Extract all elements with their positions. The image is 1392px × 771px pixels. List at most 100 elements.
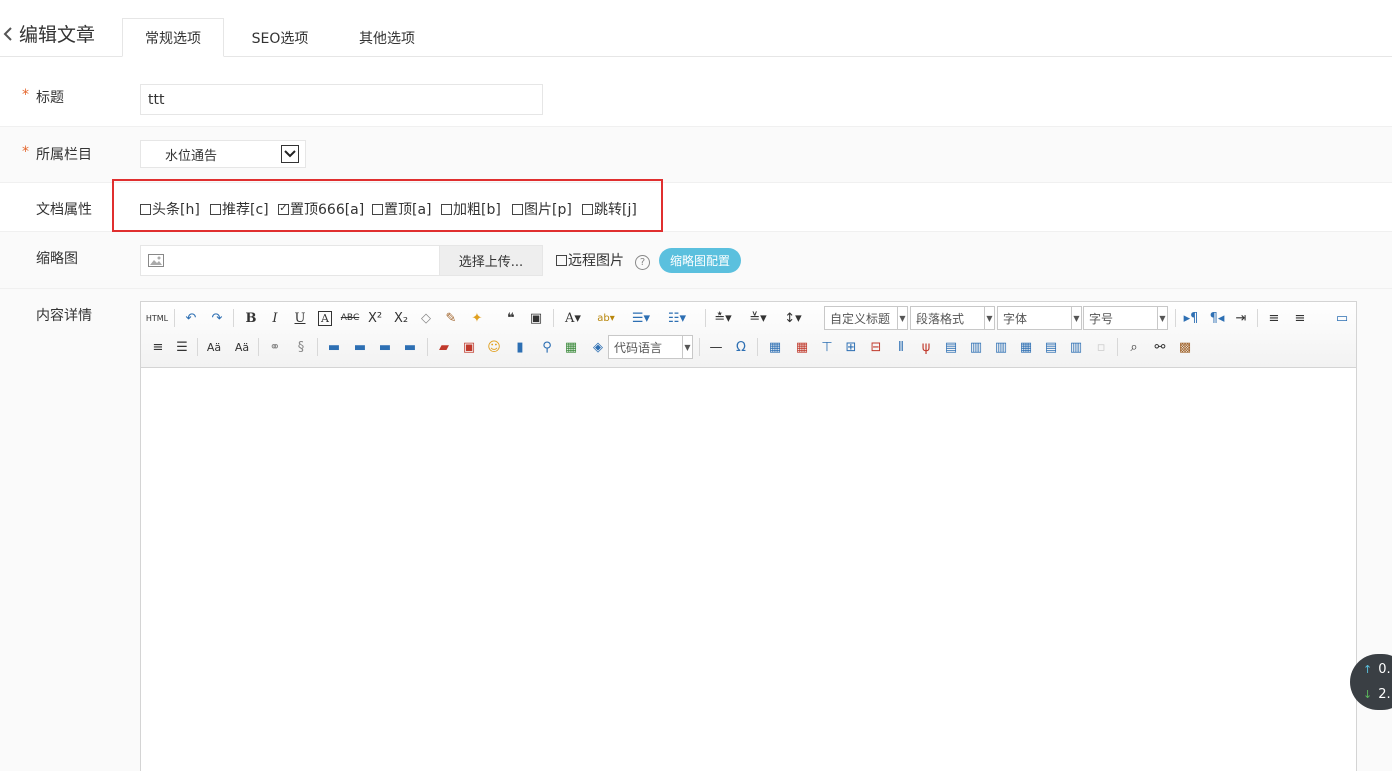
format-brush-icon[interactable]: ✎ (441, 308, 461, 328)
align-justify-icon[interactable]: ☰ (172, 337, 192, 357)
simple-upload-icon[interactable]: ▰ (434, 337, 454, 357)
merge-down-icon[interactable]: ▥ (991, 337, 1011, 357)
unlink-icon[interactable]: § (291, 337, 311, 357)
attr-checkbox-top[interactable]: 置顶[a] (372, 199, 432, 219)
dropdown-arrow-icon: ▼ (984, 307, 994, 329)
align-right-icon[interactable]: ≡ (148, 337, 168, 357)
link-icon[interactable]: ⚭ (265, 337, 285, 357)
paste-plain-icon[interactable]: ▣ (526, 308, 546, 328)
rich-text-editor[interactable]: HTML ↶ ↷ B I U A ABC X² X₂ ◇ ✎ ✦ ❝ ▣ A▾ … (140, 301, 1357, 771)
code-language-select[interactable]: 代码语言 ▼ (608, 335, 693, 359)
back-button[interactable]: 编辑文章 (3, 20, 95, 47)
font-family-select[interactable]: 字体 ▼ (997, 306, 1082, 330)
insert-row-icon[interactable]: ⊞ (841, 337, 861, 357)
attr-checkbox-jump[interactable]: 跳转[j] (582, 199, 637, 219)
help-icon[interactable]: ? (635, 255, 650, 270)
merge-right-icon[interactable]: ▥ (966, 337, 986, 357)
insert-frame-icon[interactable]: ◈ (588, 337, 608, 357)
horizontal-rule-icon[interactable]: — (706, 337, 726, 357)
upload-button[interactable]: 选择上传... (439, 245, 543, 276)
attr-checkbox-image[interactable]: 图片[p] (512, 199, 572, 219)
attr-checkbox-recommend[interactable]: 推荐[c] (210, 199, 269, 219)
underline-icon[interactable]: U (290, 308, 310, 328)
map-icon[interactable]: ▦ (561, 337, 581, 357)
image-center-icon[interactable]: ▬ (400, 337, 420, 357)
attr-checkbox-top666[interactable]: ✓ 置顶666[a] (278, 199, 364, 219)
touppercase-icon[interactable]: Aä (204, 337, 224, 357)
blockquote-icon[interactable]: ❝ (501, 308, 521, 328)
emoticon-icon[interactable]: ☺ (484, 337, 504, 357)
checkbox[interactable] (556, 254, 567, 266)
checkbox-label: 置顶[a] (384, 202, 432, 218)
highlight-color-icon[interactable]: ab▾ (596, 308, 616, 328)
insert-table-icon[interactable]: ▦ (765, 337, 785, 357)
delete-col-icon[interactable]: ψ (916, 337, 936, 357)
line-height-icon[interactable]: ↕▾ (783, 308, 803, 328)
indent-icon[interactable]: ⇥ (1231, 308, 1251, 328)
italic-icon[interactable]: I (265, 308, 285, 328)
tab-seo[interactable]: SEO选项 (230, 18, 330, 57)
font-border-icon[interactable]: A (315, 308, 335, 328)
undo-icon[interactable]: ↶ (181, 308, 201, 328)
insert-col-icon[interactable]: ⫴ (891, 337, 911, 357)
insert-paragraph-before-table-icon[interactable]: ⊤ (817, 337, 837, 357)
image-none-icon[interactable]: ▬ (324, 337, 344, 357)
charts-icon[interactable]: ▫ (1091, 337, 1111, 357)
redo-icon[interactable]: ↷ (207, 308, 227, 328)
insert-image-icon[interactable]: ▣ (459, 337, 479, 357)
checkbox[interactable] (210, 203, 221, 215)
checkbox[interactable] (441, 203, 452, 215)
checkbox[interactable] (140, 203, 151, 215)
insert-video-icon[interactable]: ▮ (510, 337, 530, 357)
tab-other[interactable]: 其他选项 (337, 18, 437, 57)
split-cols-icon[interactable]: ▥ (1066, 337, 1086, 357)
tolowercase-icon[interactable]: Aä (232, 337, 252, 357)
merge-cells-icon[interactable]: ▤ (941, 337, 961, 357)
thumbnail-config-button[interactable]: 缩略图配置 (659, 248, 741, 273)
delete-row-icon[interactable]: ⊟ (866, 337, 886, 357)
tab-general[interactable]: 常规选项 (122, 18, 224, 57)
delete-table-icon[interactable]: ▦ (792, 337, 812, 357)
checkbox-label: 跳转[j] (594, 202, 637, 218)
auto-format-icon[interactable]: ✦ (467, 308, 487, 328)
font-color-icon[interactable]: A▾ (563, 308, 583, 328)
preview-icon[interactable]: ⌕ (1124, 337, 1144, 357)
checkbox-label: 图片[p] (524, 202, 572, 218)
eraser-icon[interactable]: ◇ (416, 308, 436, 328)
title-input[interactable]: ttt (140, 84, 543, 115)
align-center-icon[interactable]: ≡ (1290, 308, 1310, 328)
align-left-icon[interactable]: ≡ (1264, 308, 1284, 328)
checkbox[interactable] (512, 203, 523, 215)
row-spacing-bottom-icon[interactable]: ≚▾ (748, 308, 768, 328)
image-right-icon[interactable]: ▬ (375, 337, 395, 357)
ordered-list-icon[interactable]: ☰▾ (631, 308, 651, 328)
checkbox[interactable] (372, 203, 383, 215)
special-char-icon[interactable]: Ω (731, 337, 751, 357)
unordered-list-icon[interactable]: ☷▾ (667, 308, 687, 328)
superscript-icon[interactable]: X² (365, 308, 385, 328)
strikethrough-icon[interactable]: ABC (340, 308, 360, 328)
attr-checkbox-bold[interactable]: 加粗[b] (441, 199, 501, 219)
thumbnail-input[interactable] (140, 245, 440, 276)
fullscreen-icon[interactable]: ▭ (1332, 308, 1352, 328)
column-select[interactable]: 水位通告 (140, 140, 306, 168)
font-size-select[interactable]: 字号 ▼ (1083, 306, 1168, 330)
split-rows-icon[interactable]: ▤ (1041, 337, 1061, 357)
ltr-icon[interactable]: ▸¶ (1181, 308, 1201, 328)
drafts-icon[interactable]: ▩ (1175, 337, 1195, 357)
row-spacing-top-icon[interactable]: ≛▾ (713, 308, 733, 328)
html-source-icon[interactable]: HTML (146, 308, 168, 328)
checkbox-checked[interactable]: ✓ (278, 203, 289, 215)
rtl-icon[interactable]: ¶◂ (1207, 308, 1227, 328)
search-replace-icon[interactable]: ⚯ (1150, 337, 1170, 357)
image-left-icon[interactable]: ▬ (350, 337, 370, 357)
paragraph-select[interactable]: 段落格式 ▼ (910, 306, 995, 330)
subscript-icon[interactable]: X₂ (391, 308, 411, 328)
remote-image-checkbox[interactable]: 远程图片 (556, 250, 624, 270)
checkbox[interactable] (582, 203, 593, 215)
bold-icon[interactable]: B (241, 308, 261, 328)
attachment-icon[interactable]: ⚲ (537, 337, 557, 357)
custom-title-select[interactable]: 自定义标题 ▼ (824, 306, 908, 330)
split-cells-icon[interactable]: ▦ (1016, 337, 1036, 357)
attr-checkbox-headline[interactable]: 头条[h] (140, 199, 200, 219)
